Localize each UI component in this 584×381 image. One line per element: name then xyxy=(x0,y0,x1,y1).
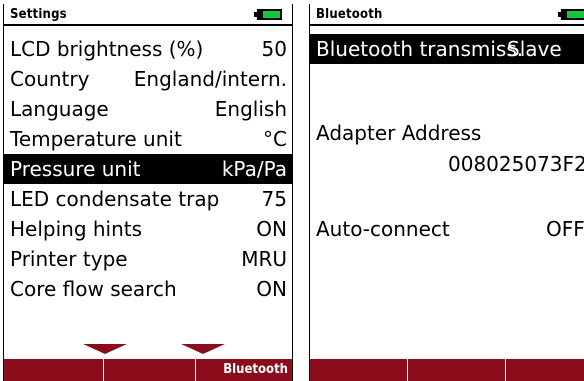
menu-row-language[interactable]: Language English xyxy=(4,94,292,124)
softkey-1[interactable] xyxy=(4,359,104,381)
row-label: Pressure unit xyxy=(10,157,141,181)
menu-row-led-condensate-trap[interactable]: LED condensate trap 75 xyxy=(4,184,292,214)
menu-row-pressure-unit[interactable]: Pressure unit kPa/Pa xyxy=(4,154,292,184)
title-bar: Bluetooth xyxy=(310,4,584,26)
screen-title: Bluetooth xyxy=(316,7,383,22)
screen-title: Settings xyxy=(10,7,67,22)
menu-row-country[interactable]: Country England/intern. xyxy=(4,64,292,94)
auto-connect-row[interactable]: Auto-connect OFF xyxy=(310,214,584,244)
battery-icon xyxy=(558,9,584,20)
row-label: LED condensate trap xyxy=(10,187,220,211)
title-bar: Settings xyxy=(4,4,292,26)
softkey-2[interactable] xyxy=(408,359,506,381)
menu-row-printer-type[interactable]: Printer type MRU xyxy=(4,244,292,274)
softkey-3[interactable] xyxy=(506,359,584,381)
softkey-bar: Bluetooth xyxy=(4,359,292,381)
row-value: Slave xyxy=(507,37,562,61)
row-label: Language xyxy=(10,97,109,121)
row-value: ON xyxy=(256,217,287,241)
scroll-up-arrow-icon[interactable] xyxy=(181,344,225,354)
row-label: Helping hints xyxy=(10,217,143,241)
menu-row-core-flow-search[interactable]: Core flow search ON xyxy=(4,274,292,304)
row-value: kPa/Pa xyxy=(221,157,287,181)
softkey-2[interactable] xyxy=(104,359,196,381)
row-value: England/intern. xyxy=(133,67,287,91)
row-value: °C xyxy=(263,127,287,151)
row-label: Temperature unit xyxy=(10,127,182,151)
row-value: MRU xyxy=(241,247,287,271)
menu-row-helping-hints[interactable]: Helping hints ON xyxy=(4,214,292,244)
bluetooth-transmission-row[interactable]: Bluetooth transmiss. Slave xyxy=(310,34,584,64)
menu-row-lcd-brightness[interactable]: LCD brightness (%) 50 xyxy=(4,34,292,64)
row-label: Bluetooth transmiss. xyxy=(316,37,524,61)
menu-row-temperature-unit[interactable]: Temperature unit °C xyxy=(4,124,292,154)
row-label: Auto-connect xyxy=(316,217,450,241)
row-value: 75 xyxy=(261,187,287,211)
scroll-down-arrow-icon[interactable] xyxy=(83,344,127,354)
row-value: 50 xyxy=(261,37,287,61)
row-label: LCD brightness (%) xyxy=(10,37,204,61)
battery-icon xyxy=(254,9,284,20)
settings-screen: Settings LCD brightness (%) 50 Country E… xyxy=(3,4,293,381)
adapter-address-value: 008025073F2D xyxy=(448,152,584,176)
row-value: English xyxy=(214,97,287,121)
row-label: Core flow search xyxy=(10,277,177,301)
row-label: Printer type xyxy=(10,247,128,271)
adapter-address-label: Adapter Address xyxy=(316,121,482,145)
row-value: OFF xyxy=(546,217,584,241)
row-label: Country xyxy=(10,67,90,91)
softkey-bar xyxy=(310,359,584,381)
bluetooth-screen: Bluetooth Bluetooth transmiss. Slave Ada… xyxy=(309,4,584,381)
row-value: ON xyxy=(256,277,287,301)
softkey-1[interactable] xyxy=(310,359,408,381)
softkey-bluetooth[interactable]: Bluetooth xyxy=(196,359,292,381)
